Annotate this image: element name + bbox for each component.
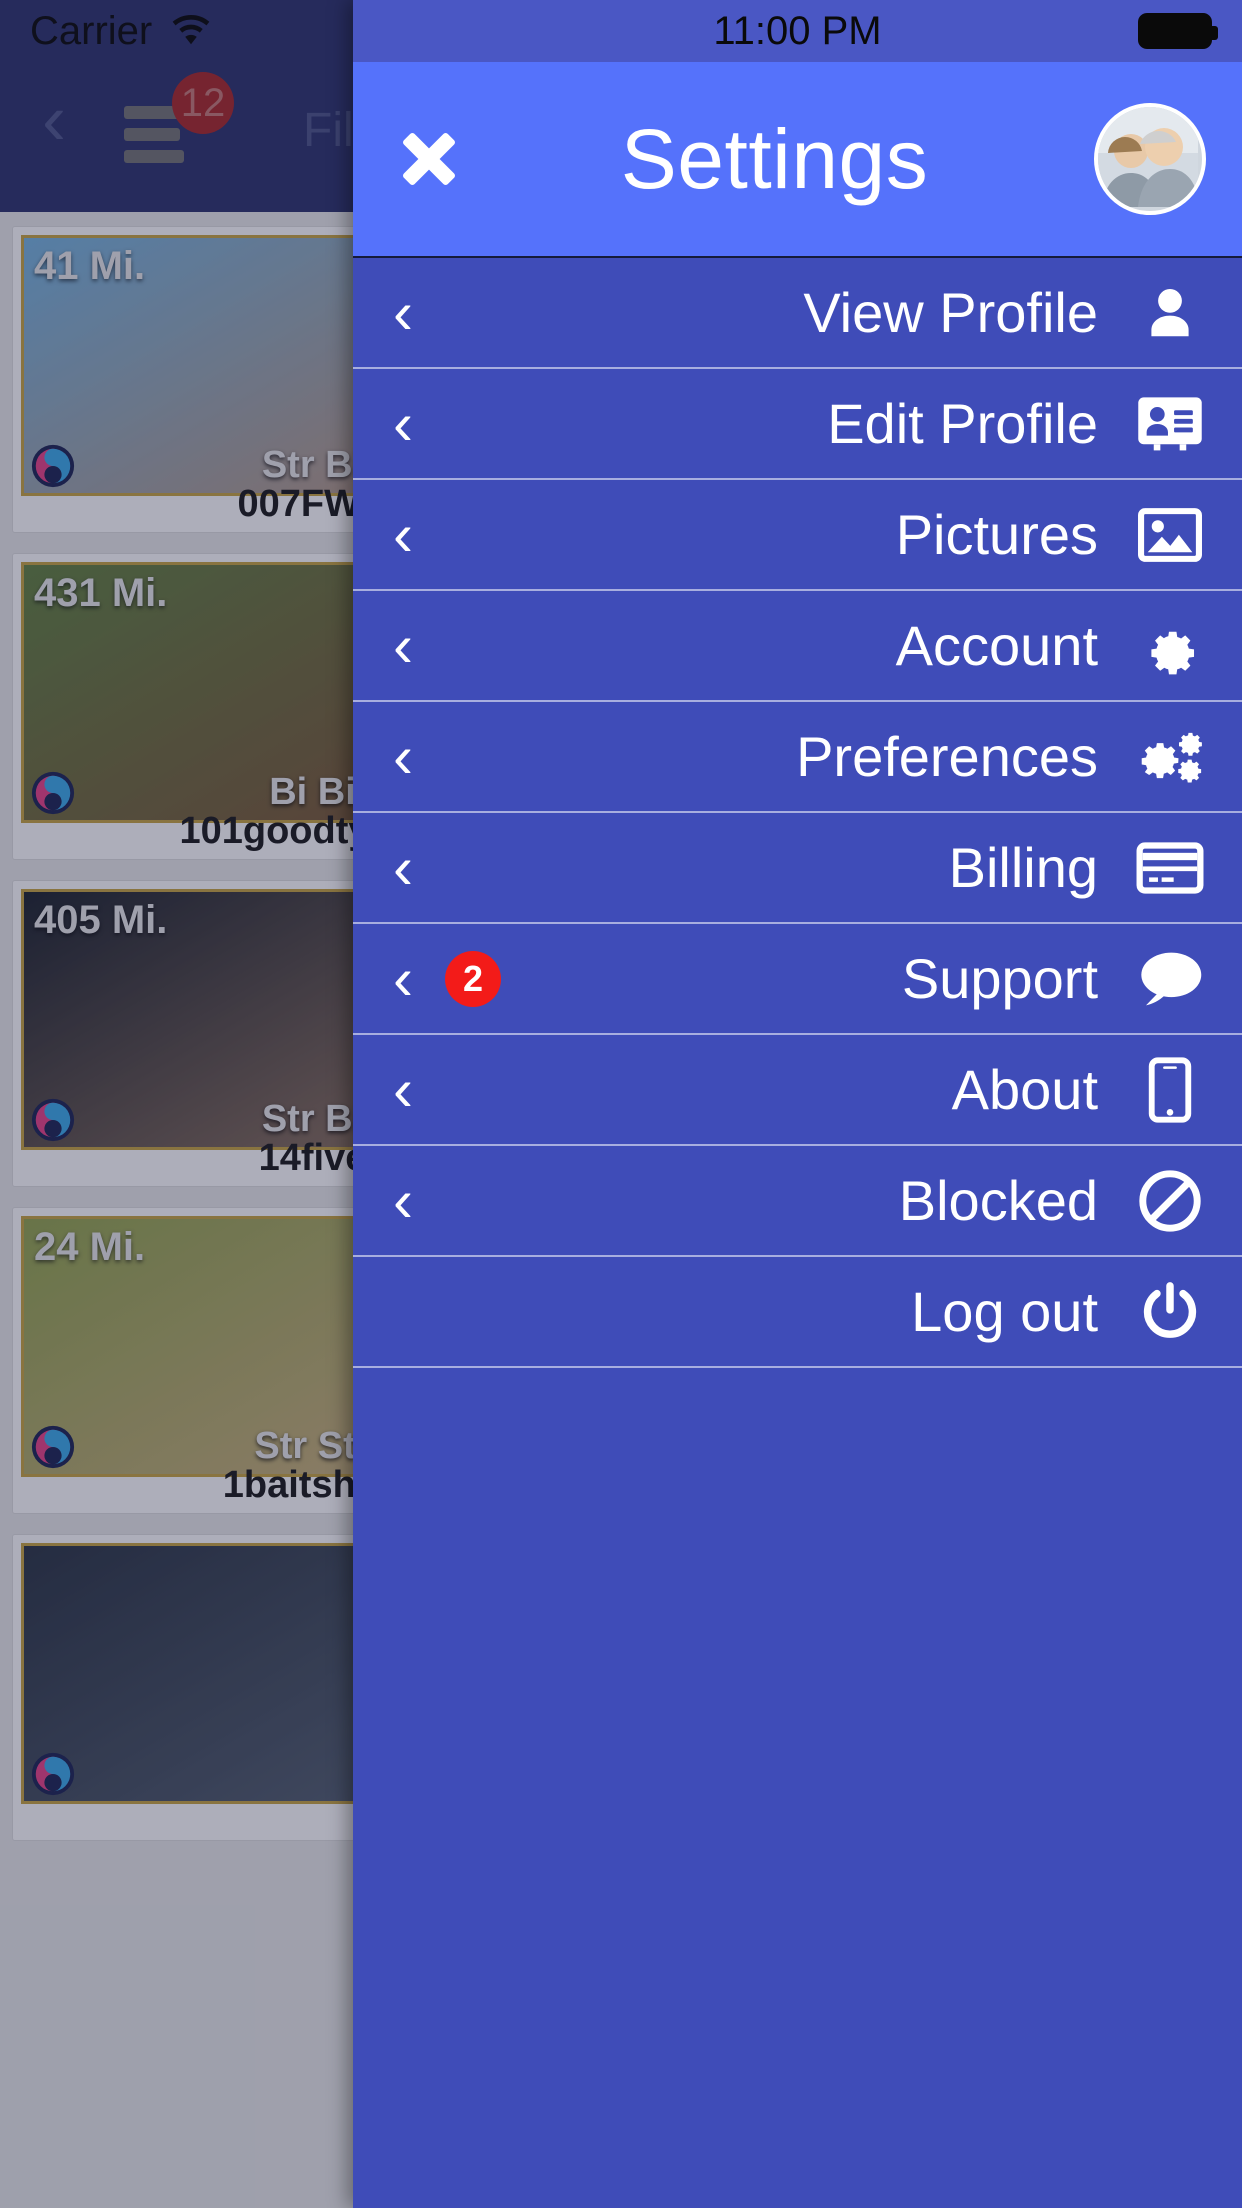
gear-icon [1134,610,1206,682]
menu-item-edit-profile[interactable]: ‹Edit Profile [353,369,1242,480]
menu-item-label: Support [501,946,1134,1011]
chat-bubble-icon [1134,943,1206,1015]
chevron-left-icon: ‹ [393,396,433,452]
page-title: Settings [455,111,1094,208]
battery-full-icon [1138,13,1212,49]
chevron-left-icon: ‹ [393,507,433,563]
drawer-status-bar: 11:00 PM [353,0,1242,62]
menu-item-label: About [433,1057,1134,1122]
credit-card-icon [1134,832,1206,904]
clock-label: 11:00 PM [713,9,881,54]
block-icon [1134,1165,1206,1237]
chevron-left-icon: ‹ [393,1173,433,1229]
status-badge: 2 [445,951,501,1007]
menu-item-preferences[interactable]: ‹Preferences [353,702,1242,813]
power-icon [1134,1276,1206,1348]
close-icon[interactable] [393,123,465,195]
menu-item-log-out[interactable]: Log out [353,1257,1242,1368]
menu-item-label: View Profile [433,280,1134,345]
menu-item-account[interactable]: ‹Account [353,591,1242,702]
drawer-header: Settings [353,62,1242,258]
menu-item-label: Log out [433,1279,1134,1344]
id-card-icon [1134,388,1206,460]
menu-item-label: Preferences [433,724,1134,789]
chevron-left-icon: ‹ [393,618,433,674]
menu-item-support[interactable]: ‹2Support [353,924,1242,1035]
menu-item-billing[interactable]: ‹Billing [353,813,1242,924]
chevron-left-icon: ‹ [393,729,433,785]
settings-menu: ‹View Profile‹Edit Profile‹Pictures‹Acco… [353,258,1242,1368]
chevron-left-icon: ‹ [393,285,433,341]
menu-item-view-profile[interactable]: ‹View Profile [353,258,1242,369]
menu-item-label: Edit Profile [433,391,1134,456]
menu-item-label: Account [433,613,1134,678]
chevron-left-icon: ‹ [393,840,433,896]
drawer-empty-space [353,1368,1242,2208]
menu-item-label: Billing [433,835,1134,900]
settings-drawer: 11:00 PM Settings ‹View Profile‹Edit Pro… [353,0,1242,2208]
menu-item-about[interactable]: ‹About [353,1035,1242,1146]
chevron-left-icon: ‹ [393,951,433,1007]
gears-icon [1134,721,1206,793]
menu-item-pictures[interactable]: ‹Pictures [353,480,1242,591]
menu-item-label: Pictures [433,502,1134,567]
image-icon [1134,499,1206,571]
menu-item-label: Blocked [433,1168,1134,1233]
person-icon [1134,277,1206,349]
mobile-phone-icon [1134,1054,1206,1126]
chevron-left-icon: ‹ [393,1062,433,1118]
avatar[interactable] [1094,103,1206,215]
menu-item-blocked[interactable]: ‹Blocked [353,1146,1242,1257]
